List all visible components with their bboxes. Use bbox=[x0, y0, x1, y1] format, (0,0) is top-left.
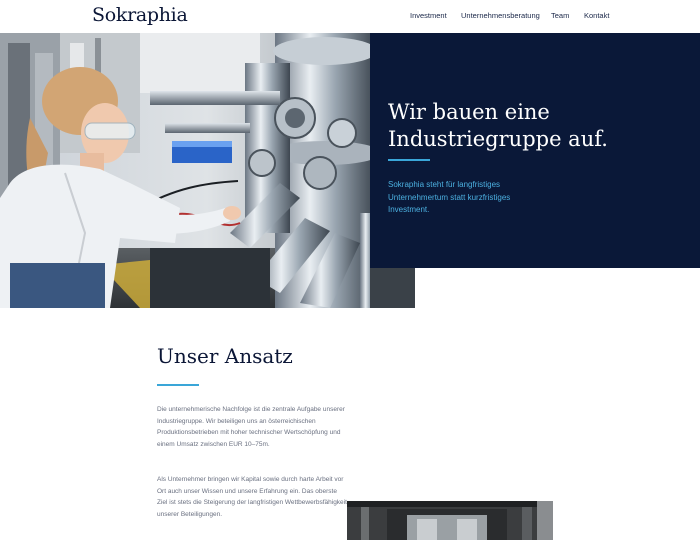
hero-lab-photo bbox=[0, 33, 415, 308]
site-logo[interactable]: Sokraphia bbox=[92, 4, 188, 26]
section-accent-rule bbox=[157, 384, 199, 386]
hero-title: Wir bauen eine Industriegruppe auf. bbox=[388, 99, 688, 153]
nav-unternehmensberatung[interactable]: Unternehmensberatung bbox=[461, 11, 540, 20]
hero-accent-rule bbox=[388, 159, 430, 161]
hero-title-line-1: Wir bauen eine bbox=[388, 100, 550, 124]
nav-kontakt[interactable]: Kontakt bbox=[584, 11, 609, 20]
nav-investment[interactable]: Investment bbox=[410, 11, 447, 20]
nav-team[interactable]: Team bbox=[551, 11, 569, 20]
site-header: Sokraphia Investment Unternehmensberatun… bbox=[0, 0, 700, 33]
hero-subtitle: Sokraphia steht für langfristiges Untern… bbox=[388, 180, 511, 214]
building-photo bbox=[347, 501, 553, 540]
approach-paragraph-2: Als Unternehmer bringen wir Kapital sowi… bbox=[157, 476, 347, 519]
hero-title-line-2: Industriegruppe auf. bbox=[388, 127, 608, 151]
section-title: Unser Ansatz bbox=[157, 344, 293, 368]
hero-panel: Wir bauen eine Industriegruppe auf. Sokr… bbox=[370, 33, 700, 268]
approach-paragraph-1: Die unternehmerische Nachfolge ist die z… bbox=[157, 406, 345, 449]
